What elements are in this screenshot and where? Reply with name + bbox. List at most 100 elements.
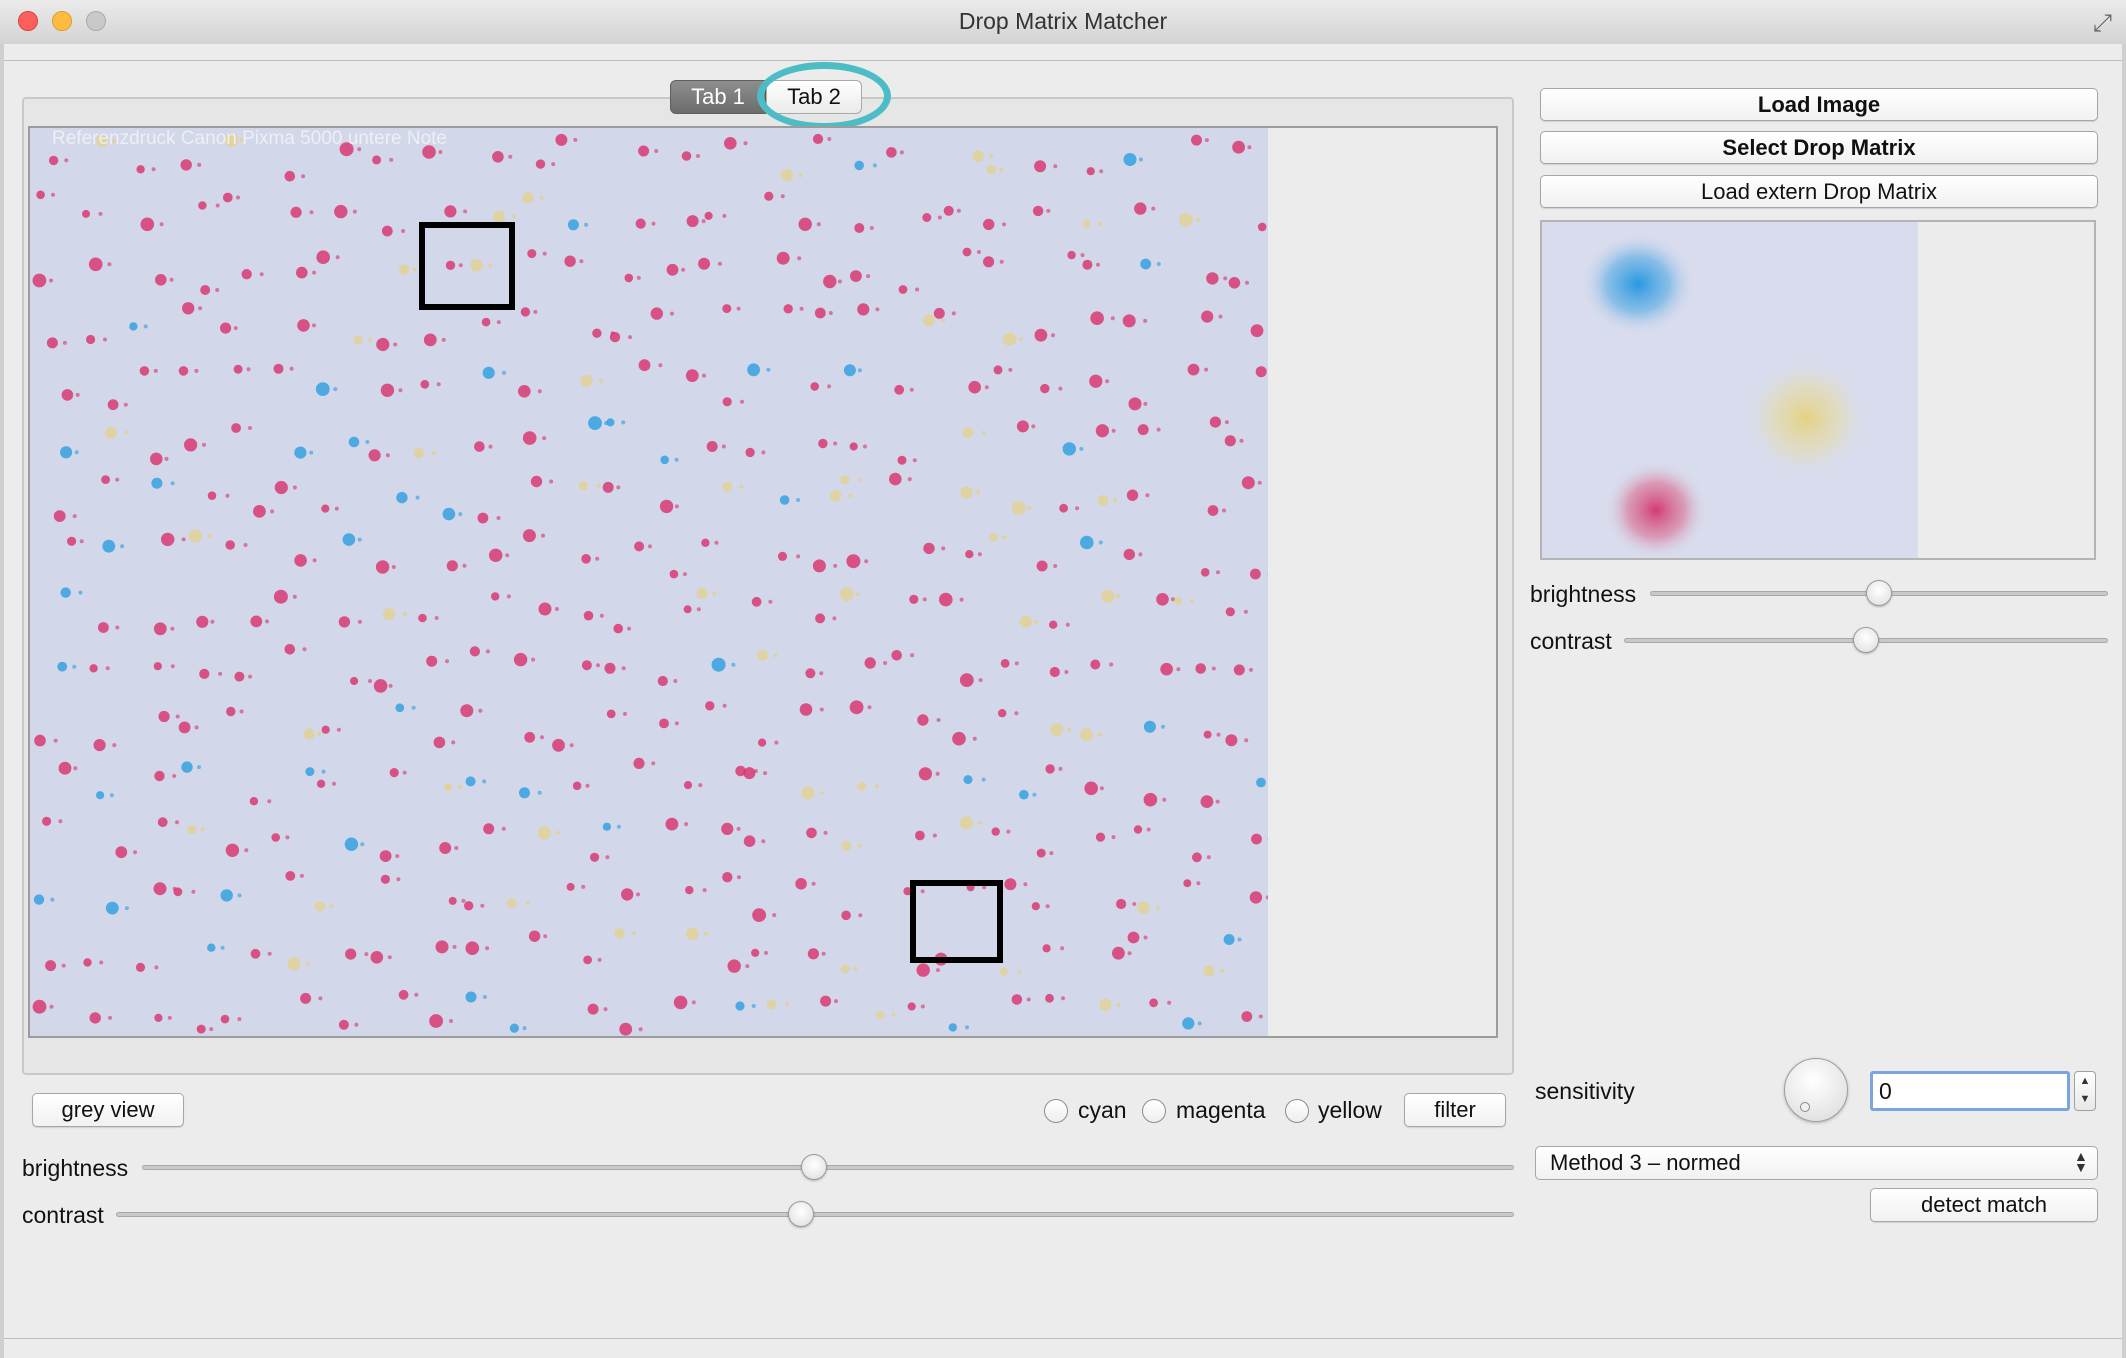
brightness-slider[interactable] <box>142 1165 1514 1170</box>
tab-1[interactable]: Tab 1 <box>670 80 766 114</box>
window-edge-left <box>0 44 4 1358</box>
ink-drop <box>135 962 146 973</box>
ink-drop <box>1032 205 1044 217</box>
ink-drop-satellite <box>598 378 603 383</box>
sensitivity-dial[interactable] <box>1784 1058 1848 1122</box>
ink-drop <box>1225 734 1238 747</box>
ink-drop <box>413 447 425 459</box>
ink-drop <box>129 322 138 331</box>
ink-drop-satellite <box>431 450 436 455</box>
sensitivity-input[interactable] <box>1870 1071 2070 1111</box>
selection-box[interactable] <box>419 222 515 310</box>
ink-drop <box>507 898 517 908</box>
ink-drop-satellite <box>123 402 128 407</box>
ink-drop-satellite <box>540 735 544 740</box>
ink-drop <box>348 436 360 448</box>
ink-drop <box>706 441 718 452</box>
ink-drop-satellite <box>891 1013 896 1017</box>
ink-drop <box>1191 134 1202 146</box>
ink-drop <box>102 539 116 553</box>
ink-drop-satellite <box>73 766 78 771</box>
load-image-button[interactable]: Load Image <box>1540 88 2098 121</box>
ink-drop-satellite <box>796 554 801 559</box>
ink-drop-satellite <box>1258 1014 1263 1019</box>
ink-drop <box>685 369 699 382</box>
ink-drop <box>314 900 326 912</box>
magenta-radio-label: magenta <box>1176 1097 1266 1123</box>
ink-drop <box>273 363 284 374</box>
ink-drop-satellite <box>922 597 927 602</box>
sensitivity-stepper[interactable]: ▲ ▼ <box>2074 1071 2096 1111</box>
ink-drop <box>849 442 858 451</box>
ink-drop <box>300 992 312 1004</box>
contrast-slider-knob[interactable] <box>788 1201 815 1227</box>
ink-drop <box>284 644 296 655</box>
ink-drop <box>1080 535 1094 550</box>
ink-drop <box>1082 219 1091 228</box>
ink-drop-satellite <box>1247 145 1252 150</box>
ink-drop-satellite <box>267 799 272 804</box>
magenta-radio[interactable] <box>1142 1099 1166 1123</box>
ink-drop <box>1250 324 1264 338</box>
match-box[interactable] <box>910 880 1003 963</box>
ink-drop-satellite <box>584 222 589 227</box>
ink-drop <box>1223 934 1235 945</box>
ink-drop <box>829 489 842 502</box>
ink-drop-satellite <box>811 881 816 886</box>
ink-drop-satellite <box>292 594 297 599</box>
ink-drop <box>321 725 330 734</box>
ink-drop <box>1179 213 1193 227</box>
ink-drop <box>846 554 861 569</box>
brightness-slider-knob[interactable] <box>801 1154 828 1180</box>
ink-drop <box>220 1014 230 1024</box>
contrast-slider[interactable] <box>116 1212 1514 1217</box>
ink-drop-satellite <box>874 784 879 789</box>
filter-button[interactable]: filter <box>1404 1093 1506 1127</box>
ink-drop-satellite <box>1105 379 1110 384</box>
ink-drop-satellite <box>175 820 179 825</box>
ink-drop <box>566 882 575 891</box>
ink-drop-satellite <box>133 850 137 855</box>
ink-drop-satellite <box>449 1019 453 1023</box>
ink-drop <box>161 532 175 547</box>
ink-drop-satellite <box>191 889 196 894</box>
ink-drop <box>783 304 793 314</box>
ink-drop <box>1232 140 1245 154</box>
preview-brightness-slider-knob[interactable] <box>1866 580 1892 606</box>
ink-drop-satellite <box>360 842 365 847</box>
method-select[interactable]: Method 3 – normed <box>1535 1146 2098 1180</box>
load-extern-drop-matrix-button[interactable]: Load extern Drop Matrix <box>1540 175 2098 208</box>
ink-drop-satellite <box>387 955 392 960</box>
ink-drop <box>1067 250 1076 260</box>
ink-drop-satellite <box>819 671 824 676</box>
select-drop-matrix-button[interactable]: Select Drop Matrix <box>1540 131 2098 164</box>
ink-drop <box>538 602 552 616</box>
cyan-radio[interactable] <box>1044 1099 1068 1123</box>
yellow-radio[interactable] <box>1285 1099 1309 1123</box>
ink-drop-satellite <box>215 288 220 292</box>
ink-drop-satellite <box>312 558 317 563</box>
ink-drop-satellite <box>112 743 117 748</box>
ink-drop <box>578 481 588 491</box>
ink-drop-satellite <box>736 826 741 831</box>
ink-drop <box>153 882 167 896</box>
grey-view-button[interactable]: grey view <box>32 1093 184 1127</box>
ink-drop-satellite <box>402 612 407 617</box>
ink-drop-satellite <box>827 137 832 141</box>
detect-match-button[interactable]: detect match <box>1870 1188 2098 1222</box>
preview-contrast-slider-knob[interactable] <box>1853 627 1879 653</box>
ink-drop <box>446 560 458 572</box>
ink-drop-satellite <box>209 1027 214 1032</box>
ink-drop <box>537 826 552 840</box>
ink-drop <box>86 334 96 345</box>
print-sample-image[interactable] <box>30 128 1268 1036</box>
fullscreen-icon[interactable]: ⤢ <box>2093 10 2112 38</box>
ink-drop-satellite <box>774 740 779 745</box>
ink-drop-satellite <box>501 826 506 831</box>
ink-drop <box>588 416 602 430</box>
ink-drop-satellite <box>1265 895 1268 900</box>
ink-drop <box>1004 878 1017 891</box>
ink-drop-satellite <box>143 324 148 329</box>
ink-drop <box>48 155 59 166</box>
ink-drop <box>758 738 767 747</box>
